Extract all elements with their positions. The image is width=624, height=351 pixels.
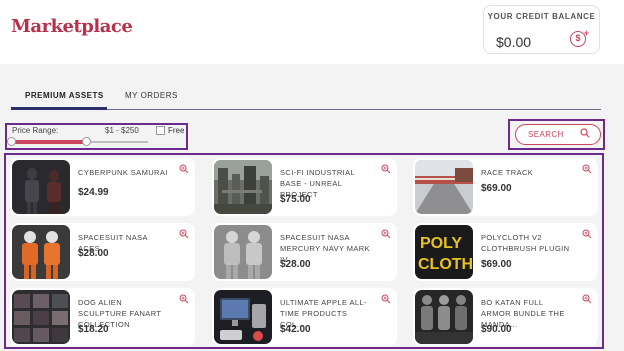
asset-price: $24.99	[78, 187, 109, 198]
asset-card[interactable]: SCI-FI INDUSTRIAL BASE - UNREAL PROJECT …	[212, 158, 397, 216]
free-checkbox[interactable]	[156, 126, 165, 135]
credit-balance-card: YOUR CREDIT BALANCE $0.00 $ +	[483, 5, 600, 54]
price-range-label: Price Range:	[12, 126, 59, 135]
asset-price: $18.20	[78, 324, 109, 335]
asset-card[interactable]: POLY CLOTH POLYCLOTH V2 CLOTHBRUSH PLUGI…	[413, 223, 598, 281]
price-slider-max-handle[interactable]	[82, 137, 92, 146]
asset-card[interactable]: SPACESUIT NASA ACES $28.00	[10, 223, 195, 281]
search-icon	[580, 128, 590, 138]
asset-name: CYBERPUNK SAMURAI	[78, 168, 168, 177]
asset-price: $28.00	[78, 248, 109, 259]
asset-card[interactable]: BO KATAN FULL ARMOR BUNDLE THE MANDA... …	[413, 288, 598, 346]
asset-thumbnail	[214, 290, 272, 344]
polycloth-thumb-word-1: POLY	[420, 235, 462, 252]
asset-price: $75.00	[280, 194, 311, 205]
asset-card[interactable]: CYBERPUNK SAMURAI $24.99	[10, 158, 195, 216]
asset-price: $28.00	[280, 259, 311, 270]
brand-title: Marketplace	[11, 16, 133, 37]
asset-grid: CYBERPUNK SAMURAI $24.99 SCI-FI INDUSTRI…	[4, 153, 604, 349]
active-tab-indicator	[11, 107, 107, 110]
tab-premium-assets[interactable]: PREMIUM ASSETS	[25, 91, 104, 100]
zoom-in-icon[interactable]	[582, 229, 592, 239]
asset-price: $42.00	[280, 324, 311, 335]
asset-card[interactable]: RACE TRACK $69.00	[413, 158, 598, 216]
zoom-in-icon[interactable]	[381, 294, 391, 304]
zoom-in-icon[interactable]	[381, 164, 391, 174]
top-bar: Marketplace YOUR CREDIT BALANCE $0.00 $ +	[0, 0, 624, 64]
asset-thumbnail	[12, 290, 70, 344]
asset-thumbnail	[214, 160, 272, 214]
asset-price: $90.00	[481, 324, 512, 335]
zoom-in-icon[interactable]	[179, 229, 189, 239]
zoom-in-icon[interactable]	[179, 164, 189, 174]
asset-thumbnail	[415, 290, 473, 344]
asset-card[interactable]: SPACESUIT NASA MERCURY NAVY MARK IV $28.…	[212, 223, 397, 281]
zoom-in-icon[interactable]	[381, 229, 391, 239]
asset-price: $69.00	[481, 259, 512, 270]
asset-thumbnail	[12, 160, 70, 214]
tab-bar: PREMIUM ASSETS MY ORDERS	[11, 84, 601, 110]
asset-thumbnail	[214, 225, 272, 279]
zoom-in-icon[interactable]	[582, 294, 592, 304]
price-slider-min-handle[interactable]	[7, 137, 16, 146]
asset-thumbnail: POLY CLOTH	[415, 225, 473, 279]
search-button[interactable]: SEARCH	[515, 124, 601, 145]
free-label: Free	[168, 126, 185, 135]
asset-name: RACE TRACK	[481, 168, 534, 177]
polycloth-thumb-word-2: CLOTH	[418, 256, 473, 273]
asset-thumbnail	[12, 225, 70, 279]
search-area: SEARCH	[508, 119, 605, 150]
price-slider-fill	[11, 140, 87, 144]
tab-my-orders[interactable]: MY ORDERS	[125, 91, 178, 100]
search-button-label: SEARCH	[528, 130, 564, 139]
price-range-value: $1 - $250	[105, 126, 139, 135]
asset-price: $69.00	[481, 183, 512, 194]
price-filter: Price Range: $1 - $250 Free	[5, 123, 188, 150]
asset-thumbnail	[415, 160, 473, 214]
zoom-in-icon[interactable]	[179, 294, 189, 304]
credit-balance-amount: $0.00	[496, 34, 532, 50]
zoom-in-icon[interactable]	[582, 164, 592, 174]
credit-balance-title: YOUR CREDIT BALANCE	[487, 12, 596, 21]
asset-card[interactable]: DOG ALIEN SCULPTURE FANART COLLECTION $1…	[10, 288, 195, 346]
dollar-plus-icon[interactable]: $ +	[570, 28, 589, 47]
asset-card[interactable]: ULTIMATE APPLE ALL-TIME PRODUCTS COL... …	[212, 288, 397, 346]
